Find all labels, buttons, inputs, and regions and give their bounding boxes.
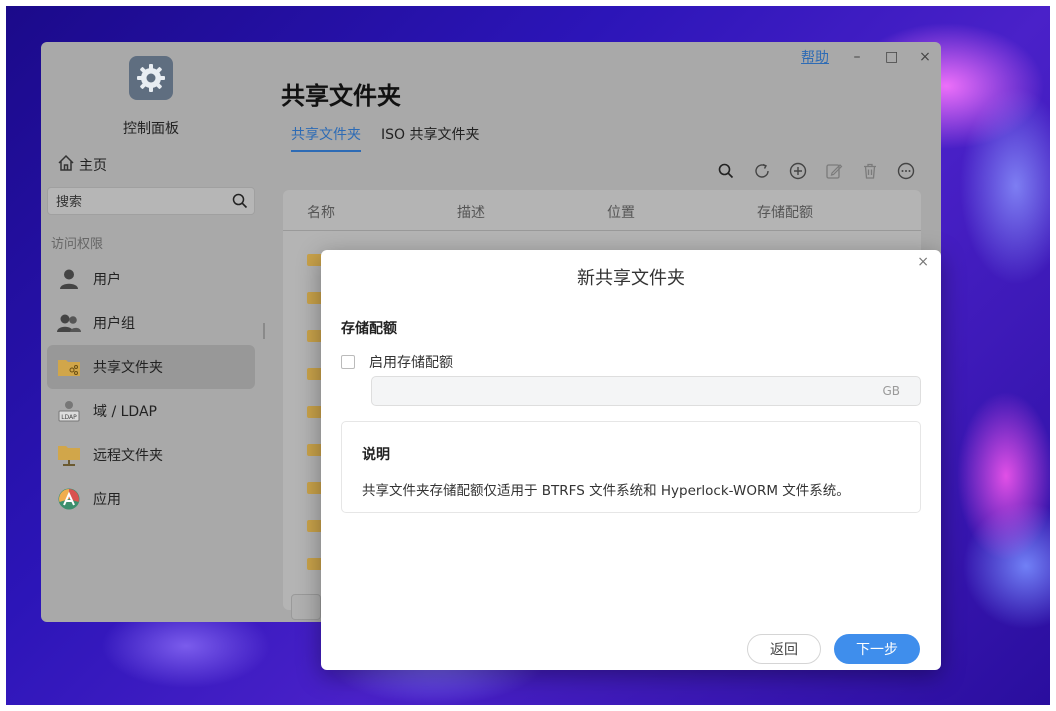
more-icon[interactable] [895,160,917,182]
quota-size-field[interactable]: GB [371,376,921,406]
sidebar-resize-handle[interactable] [263,323,265,339]
sidebar-item-users[interactable]: 用户 [47,257,255,301]
ldap-icon: LDAP [57,399,81,423]
next-button[interactable]: 下一步 [834,634,920,664]
app-name: 控制面板 [123,121,179,137]
app-icon [57,487,81,511]
sidebar-item-user-groups[interactable]: 用户组 [47,301,255,345]
shared-folder-icon [57,355,81,379]
sidebar-item-label: 远程文件夹 [93,448,163,464]
sidebar-item-ldap[interactable]: LDAP 域 / LDAP [47,389,255,433]
edit-icon[interactable] [823,160,845,182]
control-panel-gear-icon [129,56,173,100]
section-label-access: 访问权限 [51,237,104,252]
remote-folder-icon [57,443,81,467]
column-quota[interactable]: 存储配额 [757,202,813,222]
sidebar-search[interactable] [47,187,255,215]
delete-icon[interactable] [859,160,881,182]
note-title: 说明 [362,447,390,463]
sidebar-item-label: 共享文件夹 [93,360,163,376]
add-icon[interactable] [787,160,809,182]
maximize-button[interactable]: □ [885,49,898,65]
enable-quota-checkbox[interactable] [341,355,355,369]
sidebar-item-label: 用户 [93,272,121,288]
sidebar: 控制面板 主页 访问权限 用户 用户组 [41,42,271,622]
sidebar-item-label: 应用 [93,492,121,508]
home-icon [57,154,75,176]
toolbar [715,160,917,182]
tab-shared-folders[interactable]: 共享文件夹 [291,124,361,152]
help-link[interactable]: 帮助 [801,47,829,67]
column-description[interactable]: 描述 [457,202,485,222]
sidebar-item-shared-folders[interactable]: 共享文件夹 [47,345,255,389]
refresh-icon[interactable] [751,160,773,182]
enable-quota-row[interactable]: 启用存储配额 [341,352,453,372]
dialog-title: 新共享文件夹 [577,268,685,289]
table-header: 名称 描述 位置 存储配额 [283,190,921,231]
table-footer-button[interactable] [291,594,321,620]
home-link[interactable]: 主页 [57,154,107,176]
tab-bar: 共享文件夹 ISO 共享文件夹 [291,124,480,152]
user-icon [57,267,81,291]
sidebar-item-applications[interactable]: 应用 [47,477,255,521]
user-group-icon [57,311,81,335]
minimize-button[interactable]: – [851,49,863,65]
search-input[interactable] [54,192,228,212]
page-title: 共享文件夹 [281,82,401,110]
close-button[interactable]: × [919,49,931,65]
note-text: 共享文件夹存储配额仅适用于 BTRFS 文件系统和 Hyperlock-WORM… [362,483,850,499]
home-label: 主页 [79,158,107,174]
quota-unit: GB [882,384,900,398]
tab-iso-shared-folders[interactable]: ISO 共享文件夹 [381,124,480,152]
search-icon[interactable] [232,193,248,213]
sidebar-item-label: 用户组 [93,316,135,332]
column-name[interactable]: 名称 [307,202,335,222]
column-location[interactable]: 位置 [607,202,635,222]
sidebar-item-label: 域 / LDAP [93,404,157,420]
window-controls: 帮助 – □ × [801,47,931,67]
quota-heading: 存储配额 [341,321,397,337]
note-box: 说明 共享文件夹存储配额仅适用于 BTRFS 文件系统和 Hyperlock-W… [341,421,921,513]
sidebar-item-remote-folders[interactable]: 远程文件夹 [47,433,255,477]
new-shared-folder-dialog: × 新共享文件夹 存储配额 启用存储配额 GB 说明 共享文件夹存储配额仅适用于… [321,250,941,670]
svg-text:LDAP: LDAP [61,414,77,421]
search-icon[interactable] [715,160,737,182]
enable-quota-label[interactable]: 启用存储配额 [369,352,453,372]
back-button[interactable]: 返回 [747,634,821,664]
